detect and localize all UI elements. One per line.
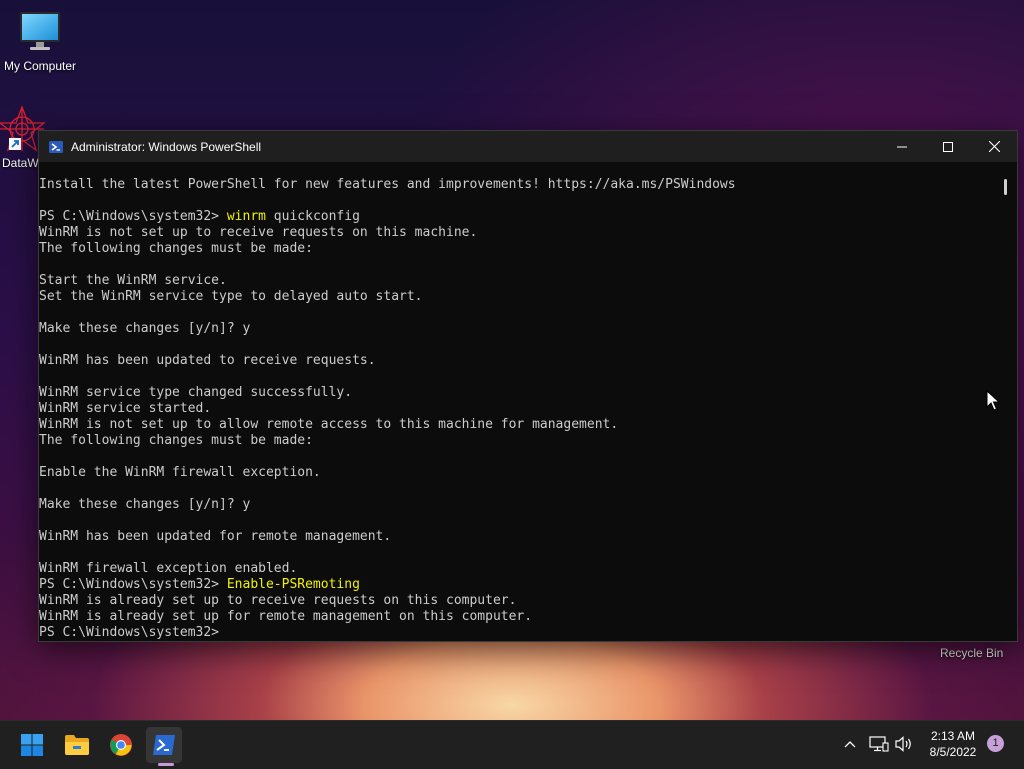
console-line: WinRM service started. — [39, 401, 212, 416]
console-command-args: quickconfig — [265, 209, 360, 224]
console-line: Make these changes [y/n]? y — [39, 497, 251, 512]
maximize-button[interactable] — [925, 131, 971, 162]
powershell-window[interactable]: Administrator: Windows PowerShell Instal… — [38, 130, 1018, 642]
system-clock[interactable]: 2:13 AM 8/5/2022 — [918, 728, 988, 760]
folder-icon — [65, 735, 89, 755]
powershell-icon — [153, 735, 175, 755]
network-icon[interactable] — [869, 735, 889, 753]
taskbar-file-explorer[interactable] — [59, 727, 95, 763]
start-button[interactable] — [14, 727, 50, 763]
console-line: Start the WinRM service. — [39, 273, 227, 288]
recycle-bin-label[interactable]: Recycle Bin — [940, 646, 1003, 660]
console-prompt: PS C:\Windows\system32> — [39, 625, 227, 640]
console-prompt: PS C:\Windows\system32> — [39, 209, 227, 224]
console-line: WinRM firewall exception enabled. — [39, 561, 298, 576]
maximize-icon — [943, 141, 953, 152]
console-line: PS C:\Windows\system32> — [39, 625, 999, 641]
close-icon — [988, 141, 1000, 152]
taskbar-chrome[interactable] — [103, 727, 139, 763]
console-command: Enable-PSRemoting — [226, 577, 360, 592]
console-command: winrm — [226, 209, 266, 224]
volume-icon[interactable] — [894, 735, 914, 753]
console-line: The following changes must be made: — [39, 433, 313, 448]
console-line: Enable the WinRM firewall exception. — [39, 465, 321, 480]
mouse-cursor-icon — [986, 390, 1000, 411]
taskbar-powershell[interactable] — [146, 727, 182, 763]
console-line: Install the latest PowerShell for new fe… — [39, 177, 736, 192]
clock-date: 8/5/2022 — [929, 745, 977, 759]
console-line: WinRM has been updated to receive reques… — [39, 353, 376, 368]
console-line: WinRM has been updated for remote manage… — [39, 529, 392, 544]
console-line: Make these changes [y/n]? y — [39, 321, 251, 336]
desktop: My Computer DataW Recycle Bin Administra… — [0, 0, 1024, 720]
console-output[interactable]: Install the latest PowerShell for new fe… — [39, 177, 999, 641]
console-line: PS C:\Windows\system32> winrm quickconfi… — [39, 209, 999, 225]
console-line: PS C:\Windows\system32> Enable-PSRemotin… — [39, 577, 999, 593]
close-button[interactable] — [971, 131, 1017, 162]
minimize-icon — [897, 146, 907, 147]
console-line: WinRM service type changed successfully. — [39, 385, 353, 400]
scrollbar-thumb[interactable] — [1004, 179, 1007, 195]
console-line: The following changes must be made: — [39, 241, 313, 256]
windows-logo-icon — [21, 734, 43, 756]
powershell-icon — [49, 140, 63, 153]
notification-badge[interactable]: 1 — [987, 735, 1004, 752]
console-line: WinRM is not set up to receive requests … — [39, 225, 478, 240]
chevron-up-icon[interactable] — [842, 736, 858, 752]
console-line: Set the WinRM service type to delayed au… — [39, 289, 423, 304]
console-line: WinRM is already set up for remote manag… — [39, 609, 533, 624]
console-line: WinRM is not set up to allow remote acce… — [39, 417, 619, 432]
active-app-indicator — [158, 763, 174, 766]
desktop-icon-label: My Computer — [3, 59, 77, 73]
minimize-button[interactable] — [879, 131, 925, 162]
desktop-icon-my-computer[interactable]: My Computer — [0, 10, 80, 73]
monitor-icon — [20, 12, 60, 50]
console-prompt: PS C:\Windows\system32> — [39, 577, 227, 592]
clock-time: 2:13 AM — [930, 729, 976, 743]
window-title: Administrator: Windows PowerShell — [71, 139, 262, 154]
title-bar[interactable]: Administrator: Windows PowerShell — [39, 131, 1017, 162]
console-line: WinRM is already set up to receive reque… — [39, 593, 517, 608]
vertical-scrollbar[interactable] — [1001, 177, 1011, 635]
chrome-icon — [110, 734, 132, 756]
